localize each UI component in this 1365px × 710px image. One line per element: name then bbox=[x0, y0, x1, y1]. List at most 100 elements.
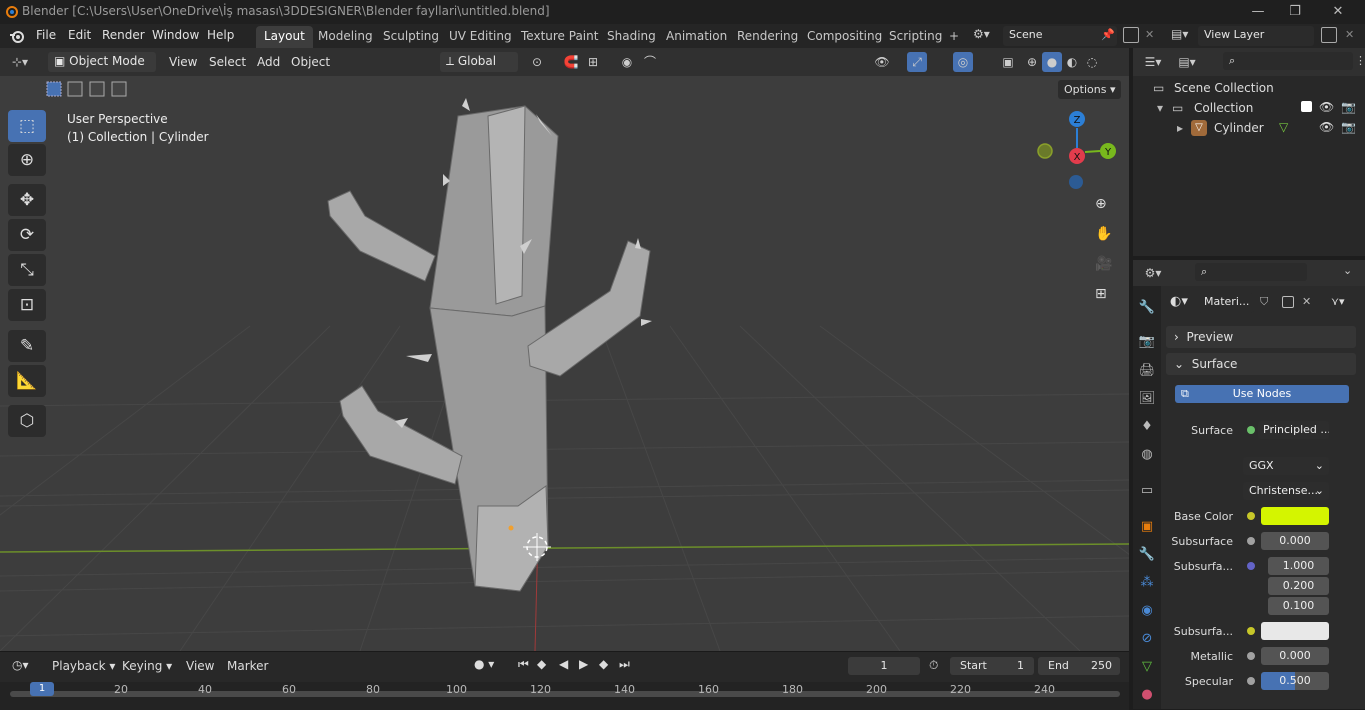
move-tool-icon[interactable]: ✥ bbox=[8, 184, 46, 216]
pivot-point-icon[interactable]: ⊙ bbox=[527, 52, 547, 72]
properties-editor-icon[interactable]: ⚙▾ bbox=[1143, 263, 1163, 283]
minimize-button[interactable]: — bbox=[1238, 2, 1278, 22]
surface-shader-field[interactable]: Principled ... bbox=[1258, 421, 1329, 439]
specular-slider[interactable]: 0.500 bbox=[1261, 672, 1329, 690]
blender-menu-icon[interactable] bbox=[9, 28, 25, 44]
prev-keyframe-icon[interactable]: ◆ bbox=[537, 657, 546, 671]
use-nodes-button[interactable]: ⧉ Use Nodes bbox=[1175, 385, 1349, 403]
distribution-dropdown[interactable]: GGX ⌄ bbox=[1243, 457, 1329, 475]
tab-shading[interactable]: Shading bbox=[599, 26, 664, 48]
tab-modeling[interactable]: Modeling bbox=[310, 26, 381, 48]
3d-viewport[interactable]: X Z Y ⊕ ✋ 🎥 ⊞ Options ▾ bbox=[0, 76, 1129, 651]
proportional-edit-icon[interactable]: ◉ bbox=[617, 52, 637, 72]
next-keyframe-icon[interactable]: ◆ bbox=[599, 657, 608, 671]
subsurface-radius-y-field[interactable]: 0.200 bbox=[1268, 577, 1329, 595]
eye-icon[interactable]: 👁 bbox=[1319, 120, 1334, 134]
menu-keying[interactable]: Keying ▾ bbox=[122, 659, 172, 673]
fake-user-icon[interactable]: ⛉ bbox=[1260, 295, 1268, 309]
xray-icon[interactable]: ▣ bbox=[998, 52, 1018, 72]
physics-tab-icon[interactable]: ◉ bbox=[1137, 601, 1157, 621]
new-material-icon[interactable] bbox=[1282, 296, 1294, 308]
menu-select[interactable]: Select bbox=[209, 55, 246, 69]
preview-panel-header[interactable]: › Preview bbox=[1166, 326, 1356, 348]
outliner-search-input[interactable]: ⌕ bbox=[1223, 52, 1353, 70]
transform-orientation-dropdown[interactable]: ⟂ Global bbox=[440, 52, 518, 72]
solid-shading-icon[interactable]: ● bbox=[1042, 52, 1062, 72]
gizmo-toggle-icon[interactable]: ⤢ bbox=[907, 52, 927, 72]
camera-icon[interactable]: 📷 bbox=[1341, 100, 1356, 114]
overlays-toggle-icon[interactable]: ◎ bbox=[953, 52, 973, 72]
subsurface-radius-z-field[interactable]: 0.100 bbox=[1268, 597, 1329, 615]
jump-end-icon[interactable]: ⏭ bbox=[619, 657, 630, 672]
base-color-swatch[interactable] bbox=[1261, 507, 1329, 525]
tool-tab-icon[interactable]: 🔧 bbox=[1137, 298, 1157, 318]
eye-icon[interactable]: 👁 bbox=[1319, 100, 1334, 114]
scene-field[interactable]: Scene bbox=[1003, 26, 1117, 46]
camera-icon[interactable]: 📷 bbox=[1341, 120, 1356, 134]
menu-edit[interactable]: Edit bbox=[68, 28, 91, 42]
annotate-tool-icon[interactable]: ✎ bbox=[8, 330, 46, 362]
current-frame-field[interactable]: 1 bbox=[848, 657, 920, 675]
pin-icon[interactable]: 📌 bbox=[1101, 28, 1115, 41]
zoom-icon[interactable]: ⊕ bbox=[1095, 196, 1117, 218]
tab-texture-paint[interactable]: Texture Paint bbox=[513, 26, 606, 48]
view-layer-field[interactable]: View Layer bbox=[1198, 26, 1314, 46]
add-cube-tool-icon[interactable]: ⬡ bbox=[8, 405, 46, 437]
timeline-editor-icon[interactable]: ◷▾ bbox=[12, 658, 29, 672]
new-scene-icon[interactable] bbox=[1123, 27, 1139, 43]
subsurface-field[interactable]: 0.000 bbox=[1261, 532, 1329, 550]
end-frame-field[interactable]: End 250 bbox=[1038, 657, 1120, 675]
constraints-tab-icon[interactable]: ⊘ bbox=[1137, 629, 1157, 649]
object-tab-icon[interactable]: ▣ bbox=[1137, 517, 1157, 537]
measure-tool-icon[interactable]: 📐 bbox=[8, 365, 46, 397]
subsurface-color-swatch[interactable] bbox=[1261, 622, 1329, 640]
camera-view-icon[interactable]: 🎥 bbox=[1095, 256, 1117, 278]
rotate-tool-icon[interactable]: ⟳ bbox=[8, 219, 46, 251]
transform-tool-icon[interactable]: ⊡ bbox=[8, 289, 46, 321]
tab-compositing[interactable]: Compositing bbox=[799, 26, 890, 48]
start-frame-field[interactable]: Start 1 bbox=[950, 657, 1034, 675]
scene-tab-icon[interactable]: ♦ bbox=[1137, 417, 1157, 437]
snap-target-icon[interactable]: ⊞ bbox=[583, 52, 603, 72]
tab-scripting[interactable]: Scripting bbox=[881, 26, 950, 48]
menu-timeline-view[interactable]: View bbox=[186, 659, 214, 673]
tab-sculpting[interactable]: Sculpting bbox=[375, 26, 447, 48]
scale-tool-icon[interactable]: ⤡ bbox=[8, 254, 46, 286]
outliner-editor-icon[interactable]: ☰▾ bbox=[1143, 52, 1163, 72]
material-tab-icon[interactable]: ● bbox=[1137, 685, 1157, 705]
delete-scene-icon[interactable]: ✕ bbox=[1145, 28, 1154, 41]
properties-options-icon[interactable]: ⌄ bbox=[1343, 264, 1352, 277]
maximize-button[interactable]: ❐ bbox=[1275, 2, 1315, 22]
modifier-tab-icon[interactable]: 🔧 bbox=[1137, 545, 1157, 565]
menu-add[interactable]: Add bbox=[257, 55, 280, 69]
unlink-material-icon[interactable]: ✕ bbox=[1302, 295, 1311, 308]
scene-icon[interactable]: ⚙▾ bbox=[973, 27, 1001, 45]
object-mode-dropdown[interactable]: ▣ Object Mode bbox=[48, 52, 156, 72]
options-dropdown[interactable]: Options ▾ bbox=[1058, 80, 1122, 99]
new-view-layer-icon[interactable] bbox=[1321, 27, 1337, 43]
node-tree-icon[interactable]: ⋎▾ bbox=[1331, 295, 1345, 308]
material-name-field[interactable]: Materi... bbox=[1198, 293, 1254, 313]
metallic-field[interactable]: 0.000 bbox=[1261, 647, 1329, 665]
play-icon[interactable]: ▶ bbox=[579, 657, 588, 671]
select-mode-icons[interactable] bbox=[46, 81, 138, 97]
visibility-icon[interactable]: 👁 bbox=[872, 52, 892, 72]
menu-view[interactable]: View bbox=[169, 55, 197, 69]
record-keyframes-icon[interactable]: ● ▾ bbox=[474, 657, 494, 671]
outliner-row-scene-collection[interactable]: ▭ Scene Collection bbox=[1133, 78, 1365, 98]
tab-rendering[interactable]: Rendering bbox=[729, 26, 806, 48]
collection-checkbox[interactable] bbox=[1301, 101, 1312, 112]
object-data-tab-icon[interactable]: ▽ bbox=[1137, 657, 1157, 677]
material-slot-icon[interactable]: ◐▾ bbox=[1170, 294, 1188, 309]
falloff-icon[interactable]: ⌒ bbox=[640, 52, 660, 72]
surface-panel-header[interactable]: ⌄ Surface bbox=[1166, 353, 1356, 375]
particles-tab-icon[interactable]: ⁂ bbox=[1137, 573, 1157, 593]
rendered-shading-icon[interactable]: ◌ bbox=[1082, 52, 1102, 72]
select-box-tool-icon[interactable]: ⬚ bbox=[8, 110, 46, 142]
expand-collection-icon[interactable]: ▾ bbox=[1157, 101, 1163, 115]
snap-icon[interactable]: 🧲 bbox=[561, 52, 581, 72]
add-workspace-button[interactable]: + bbox=[941, 26, 967, 48]
pan-hand-icon[interactable]: ✋ bbox=[1095, 226, 1117, 248]
tab-layout[interactable]: Layout bbox=[256, 26, 313, 48]
outliner-row-collection[interactable]: ▾ ▭ Collection 👁 📷 bbox=[1133, 98, 1365, 118]
